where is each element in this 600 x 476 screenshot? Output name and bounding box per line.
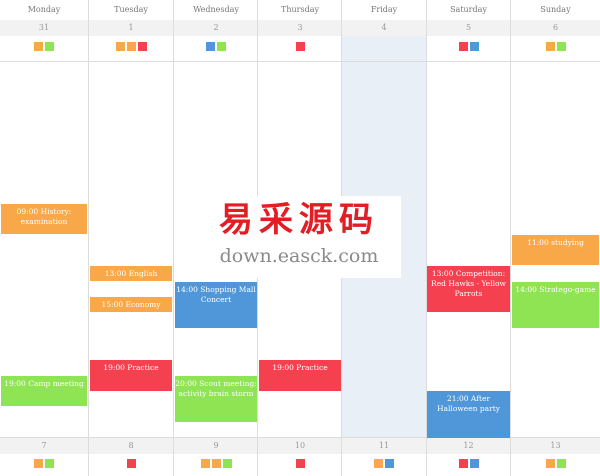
event-markers	[0, 459, 88, 471]
calendar-event[interactable]: 21:00 After Halloween party	[427, 391, 510, 438]
event-marker[interactable]	[222, 459, 232, 468]
calendar-event[interactable]: 15:00 Economy	[90, 297, 172, 312]
calendar-event[interactable]: 19:00 Camp meeting	[1, 376, 87, 406]
event-marker[interactable]	[217, 42, 226, 51]
date-number[interactable]: 11	[342, 438, 426, 454]
date-number[interactable]: 5	[426, 20, 511, 36]
event-markers	[511, 459, 600, 471]
event-marker[interactable]	[137, 42, 147, 51]
event-marker[interactable]	[458, 459, 468, 468]
event-marker[interactable]	[34, 42, 43, 51]
calendar-event[interactable]: 14:00 Stratego-game	[512, 282, 599, 328]
date-number[interactable]: 3	[258, 20, 342, 36]
weekday-tuesday: Tuesday	[114, 5, 148, 14]
date-number[interactable]: 9	[174, 438, 258, 454]
event-marker[interactable]	[295, 42, 305, 51]
weekday-saturday: Saturday	[450, 5, 487, 14]
calendar-event[interactable]: 11:00 studying	[512, 235, 599, 265]
watermark-url: down.easck.com	[219, 245, 379, 267]
date-number[interactable]: 12	[426, 438, 511, 454]
calendar-event[interactable]: 20:00 Scout meeting: activity brain stor…	[175, 376, 257, 422]
column-separator	[510, 0, 511, 476]
date-number[interactable]: 7	[0, 438, 88, 454]
date-number[interactable]: 13	[511, 438, 600, 454]
weekday-monday: Monday	[27, 5, 61, 14]
event-markers	[89, 459, 173, 471]
event-marker[interactable]	[545, 42, 555, 51]
calendar-event[interactable]: 09:00 History: examination	[1, 204, 87, 234]
event-marker[interactable]	[374, 459, 383, 468]
date-number[interactable]: 1	[89, 20, 173, 36]
event-marker[interactable]	[200, 459, 210, 468]
event-markers	[174, 42, 258, 54]
date-number[interactable]: 8	[89, 438, 173, 454]
event-marker[interactable]	[545, 459, 555, 468]
date-number[interactable]: 2	[174, 20, 258, 36]
date-number[interactable]: 6	[511, 20, 600, 36]
event-markers	[258, 42, 342, 54]
week-calendar: Monday Tuesday Wednesday Thursday Friday…	[0, 0, 600, 476]
event-marker[interactable]	[556, 459, 566, 468]
event-marker[interactable]	[469, 459, 479, 468]
event-marker[interactable]	[126, 42, 136, 51]
event-marker[interactable]	[211, 459, 221, 468]
weekday-friday: Friday	[370, 5, 398, 14]
event-marker[interactable]	[385, 459, 394, 468]
watermark: 易采源码 down.easck.com	[197, 196, 401, 278]
event-markers	[426, 42, 511, 54]
event-marker[interactable]	[206, 42, 215, 51]
column-separator	[173, 0, 174, 476]
event-marker[interactable]	[45, 459, 54, 468]
event-markers	[0, 42, 88, 54]
event-markers	[258, 459, 342, 471]
event-markers	[342, 42, 426, 54]
weekday-sunday: Sunday	[540, 5, 571, 14]
event-markers	[426, 459, 511, 471]
event-marker[interactable]	[115, 42, 125, 51]
calendar-event[interactable]: 13:00 Competition: Red Hawks - Yellow Pa…	[427, 266, 510, 312]
event-markers	[89, 42, 173, 54]
event-marker[interactable]	[295, 459, 305, 468]
event-markers	[342, 459, 426, 471]
weekday-thursday: Thursday	[281, 5, 319, 14]
event-marker[interactable]	[469, 42, 479, 51]
event-markers	[174, 459, 258, 471]
date-number[interactable]: 31	[0, 20, 88, 36]
calendar-event[interactable]: 19:00 Practice	[90, 360, 172, 391]
event-marker[interactable]	[126, 459, 136, 468]
date-number[interactable]: 4	[342, 20, 426, 36]
calendar-event[interactable]: 13:00 English	[90, 266, 172, 281]
event-marker[interactable]	[45, 42, 54, 51]
calendar-event[interactable]: 14:00 Shopping Mall Concert	[175, 282, 257, 328]
weekday-wednesday: Wednesday	[193, 5, 239, 14]
calendar-event[interactable]: 19:00 Practice	[259, 360, 341, 391]
event-marker[interactable]	[34, 459, 43, 468]
column-separator	[88, 0, 89, 476]
date-number[interactable]: 10	[258, 438, 342, 454]
watermark-logo-text: 易采源码	[219, 200, 379, 240]
event-marker[interactable]	[458, 42, 468, 51]
event-marker[interactable]	[556, 42, 566, 51]
event-markers	[511, 42, 600, 54]
